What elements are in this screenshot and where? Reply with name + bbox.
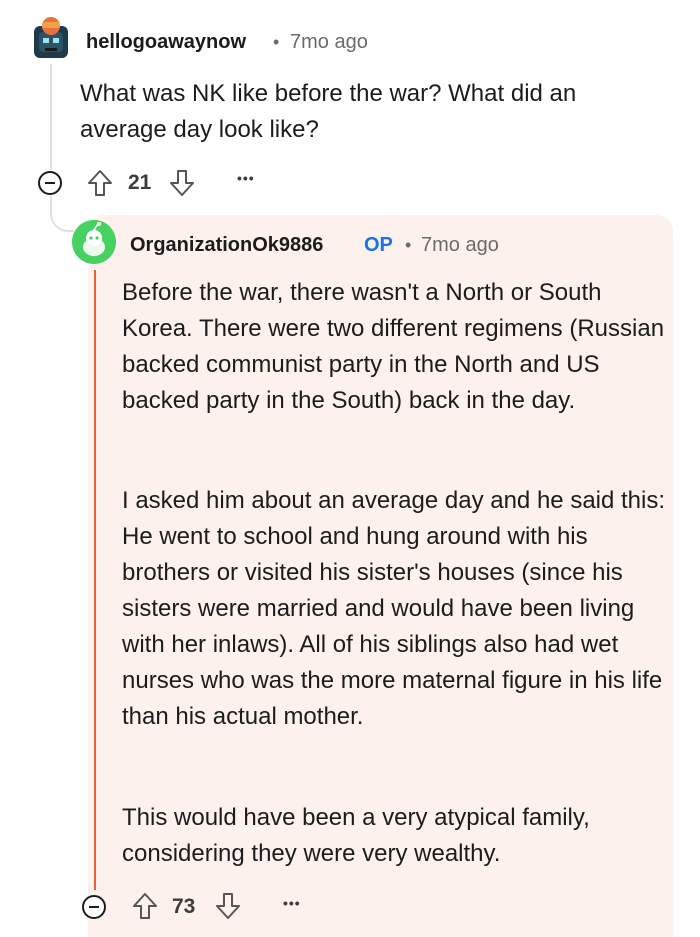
downvote-icon[interactable] <box>214 891 242 926</box>
collapse-icon[interactable] <box>38 171 62 195</box>
reply-timestamp: 7mo ago <box>421 234 499 256</box>
reply-thread-line[interactable] <box>94 270 96 890</box>
reply-username[interactable]: OrganizationOk9886 <box>130 234 323 257</box>
parent-timestamp: 7mo ago <box>290 31 368 53</box>
separator-dot: • <box>405 235 412 255</box>
reply-paragraph: I asked him about an average day and he … <box>122 487 666 730</box>
more-options-icon[interactable]: ••• <box>283 895 301 911</box>
upvote-icon[interactable] <box>131 891 159 926</box>
parent-vote-count: 21 <box>128 171 152 194</box>
reply-paragraph: This would have been a very atypical fam… <box>122 804 590 867</box>
separator-dot: • <box>273 32 280 52</box>
upvote-icon[interactable] <box>86 168 114 203</box>
downvote-icon[interactable] <box>168 168 196 203</box>
reply-paragraph: Before the war, there wasn't a North or … <box>122 279 665 414</box>
thread-line <box>50 64 52 170</box>
collapse-icon[interactable] <box>82 895 106 919</box>
parent-username[interactable]: hellogoawaynow <box>86 31 246 54</box>
user-avatar[interactable] <box>72 220 116 264</box>
reply-vote-count: 73 <box>172 895 196 918</box>
thread-branch-curve <box>50 196 74 232</box>
parent-comment-body: What was NK like before the war? What di… <box>80 80 577 143</box>
user-avatar[interactable] <box>31 16 71 60</box>
more-options-icon[interactable]: ••• <box>237 170 255 186</box>
op-badge: OP <box>364 234 393 256</box>
